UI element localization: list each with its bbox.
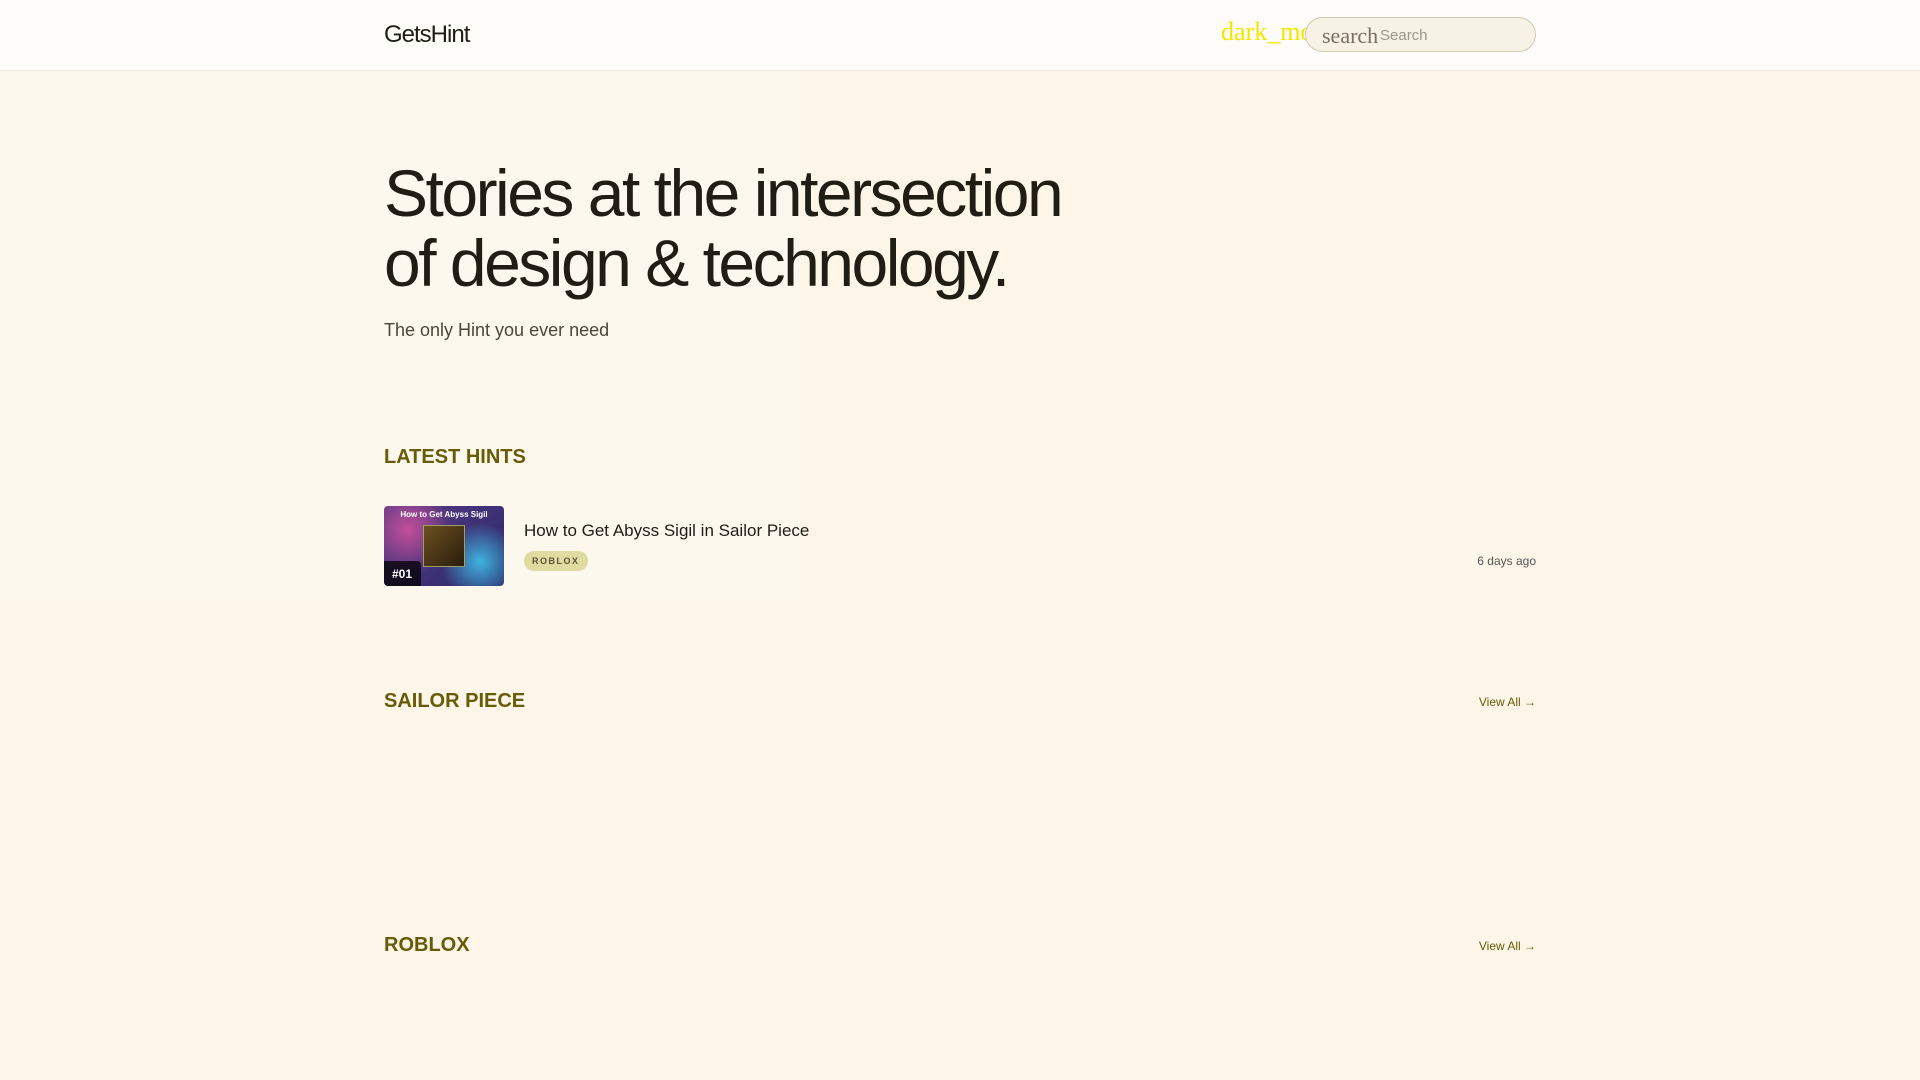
post-tag-badge[interactable]: ROBLOX [524, 551, 588, 571]
latest-hints-heading: LATEST HINTS [384, 446, 526, 468]
thumbnail-item-image [423, 525, 465, 567]
post-thumbnail[interactable]: How to Get Abyss Sigil #01 [384, 506, 504, 586]
section-heading-roblox: ROBLOX [384, 934, 470, 956]
site-header: GetsHint dark_mode search Search [0, 0, 1920, 71]
search-icon: search [1322, 23, 1379, 48]
hero-title: Stories at the intersection of design & … [384, 156, 1064, 300]
search-placeholder: Search [1380, 27, 1428, 44]
view-all-roblox-link[interactable]: View All → [1479, 939, 1536, 953]
site-logo[interactable]: GetsHint [384, 21, 470, 49]
post-title-link[interactable]: How to Get Abyss Sigil in Sailor Piece [524, 521, 809, 541]
post-time: 6 days ago [1477, 554, 1536, 568]
view-all-sailor-piece-link[interactable]: View All → [1479, 695, 1536, 709]
post-rank: #01 [384, 561, 421, 586]
search-input[interactable]: search Search [1305, 17, 1536, 52]
thumbnail-title: How to Get Abyss Sigil [400, 510, 488, 519]
section-heading-sailor-piece: SAILOR PIECE [384, 690, 526, 712]
hero-subtitle: The only Hint you ever need [384, 320, 610, 340]
